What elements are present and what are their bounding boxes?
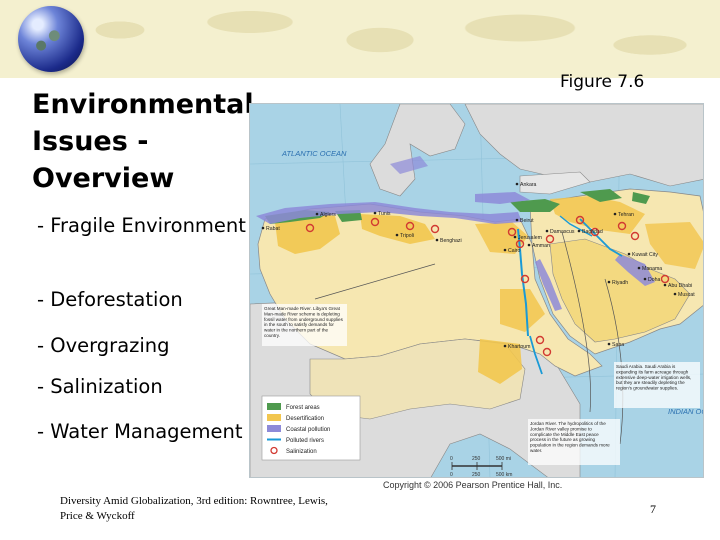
legend-label: Coastal pollution bbox=[286, 427, 330, 433]
map-copyright: Copyright © 2006 Pearson Prentice Hall, … bbox=[383, 480, 563, 490]
scale-label-km-250: 250 bbox=[472, 472, 481, 478]
figure-label: Figure 7.6 bbox=[560, 72, 645, 92]
city-dot bbox=[315, 212, 319, 216]
city-label: Jerusalem bbox=[518, 235, 542, 241]
city-dot bbox=[515, 218, 519, 222]
bullet-water-management: - Water Management bbox=[37, 420, 243, 443]
city-label: Rabat bbox=[266, 226, 280, 232]
callout-jordan-river: Jordan River. The hydropolitics of the Jo… bbox=[528, 419, 620, 465]
city-label: Baghdad bbox=[582, 229, 603, 235]
bullet-fragile-environment: - Fragile Environment bbox=[37, 214, 246, 237]
scale-label-mi-0: 0 bbox=[450, 456, 453, 462]
city-label: Doha bbox=[648, 277, 661, 283]
city-dot bbox=[527, 243, 531, 247]
slide-title: Environmental Issues - Overview bbox=[32, 86, 254, 197]
city-dot bbox=[545, 229, 549, 233]
callout-great-man-made-river: Great Man-made River. Libya's Great Man-m… bbox=[262, 304, 347, 346]
city-label: Kuwait City bbox=[632, 252, 658, 258]
city-dot bbox=[637, 266, 641, 270]
city-dot bbox=[643, 277, 647, 281]
legend-swatch bbox=[267, 403, 281, 410]
page-number: 7 bbox=[650, 502, 656, 516]
bullet-overgrazing: - Overgrazing bbox=[37, 334, 170, 357]
indian-ocean-label: INDIAN OCEAN bbox=[668, 407, 704, 416]
city-dot bbox=[663, 283, 667, 287]
scale-label-km-500: 500 km bbox=[496, 472, 512, 478]
city-label: Benghazi bbox=[440, 238, 462, 244]
footer-citation: Diversity Amid Globalization, 3rd editio… bbox=[60, 495, 328, 522]
environmental-issues-map: ATLANTIC OCEAN INDIAN OCEAN Algiers Tunis… bbox=[249, 103, 704, 478]
legend-label: Desertification bbox=[286, 416, 324, 422]
city-label: Algiers bbox=[320, 212, 336, 218]
city-dot bbox=[673, 292, 677, 296]
bullet-deforestation: - Deforestation bbox=[37, 288, 183, 311]
callout-saudi-arabia: Saudi Arabia. Saudi Arabia is expanding i… bbox=[614, 362, 700, 408]
city-dot bbox=[607, 342, 611, 346]
scale-label-mi-250: 250 bbox=[472, 456, 481, 462]
city-label: Cairo bbox=[508, 248, 521, 254]
title-line-2: Issues - bbox=[32, 126, 149, 157]
legend-label: Polluted rivers bbox=[286, 438, 324, 444]
city-dot bbox=[607, 280, 611, 284]
title-line-1: Environmental bbox=[32, 89, 254, 120]
city-dot bbox=[513, 235, 517, 239]
map-legend: Forest areas Desertification Coastal pollu… bbox=[261, 395, 361, 461]
header-world-map-band bbox=[0, 0, 720, 78]
city-dot bbox=[503, 344, 507, 348]
city-label: Muscat bbox=[678, 292, 695, 298]
legend-label: Salinization bbox=[286, 449, 317, 455]
city-label: Manama bbox=[642, 266, 662, 272]
slide: Environmental Issues - Overview - Fragil… bbox=[0, 0, 720, 540]
bullet-salinization: - Salinization bbox=[37, 375, 163, 398]
city-label: Beirut bbox=[520, 218, 534, 224]
city-dot bbox=[613, 212, 617, 216]
city-label: Sana bbox=[612, 342, 624, 348]
city-dot bbox=[395, 233, 399, 237]
city-dot bbox=[503, 248, 507, 252]
city-label: Tunis bbox=[378, 211, 391, 217]
city-dot bbox=[627, 252, 631, 256]
city-label: Abu Dhabi bbox=[668, 283, 692, 289]
city-label: Khartoum bbox=[508, 344, 531, 350]
city-label: Tehran bbox=[618, 212, 634, 218]
legend-swatch bbox=[267, 425, 281, 432]
city-dot bbox=[373, 211, 377, 215]
globe-icon bbox=[18, 6, 84, 72]
city-label: Amman bbox=[532, 243, 550, 249]
legend-swatch bbox=[267, 414, 281, 421]
city-dot bbox=[577, 229, 581, 233]
city-dot bbox=[515, 182, 519, 186]
city-dot bbox=[261, 226, 265, 230]
city-label: Tripoli bbox=[400, 233, 414, 239]
scale-label-mi-500: 500 mi bbox=[496, 456, 511, 462]
city-label: Damascus bbox=[550, 229, 575, 235]
atlantic-ocean-label: ATLANTIC OCEAN bbox=[281, 149, 347, 158]
title-line-3: Overview bbox=[32, 163, 175, 194]
scale-label-km-0: 0 bbox=[450, 472, 453, 478]
city-label: Riyadh bbox=[612, 280, 628, 286]
city-label: Ankara bbox=[520, 182, 537, 188]
city-dot bbox=[435, 238, 439, 242]
legend-label: Forest areas bbox=[286, 405, 320, 411]
